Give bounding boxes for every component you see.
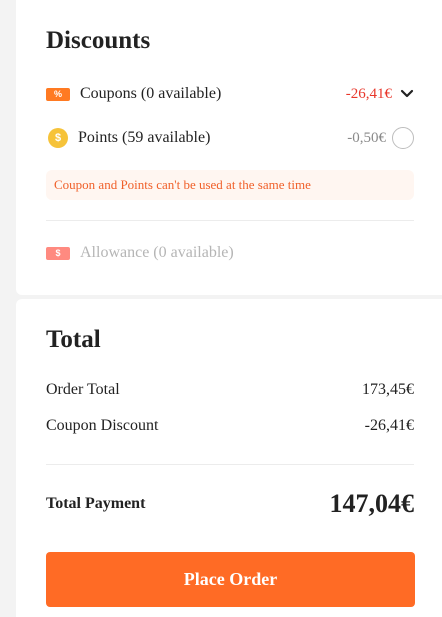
discounts-card: Discounts % Coupons (0 available) -26,41…	[16, 0, 442, 295]
coupon-discount-value: -26,41€	[364, 417, 414, 434]
total-payment-label: Total Payment	[46, 495, 146, 512]
points-row: $ Points (59 available) -0,50€	[46, 126, 414, 150]
points-radio[interactable]	[392, 127, 414, 149]
allowance-label: Allowance (0 available)	[80, 244, 234, 261]
discounts-title: Discounts	[46, 27, 151, 54]
order-total-row: Order Total 173,45€	[46, 381, 414, 399]
coupons-label: Coupons (0 available)	[80, 85, 222, 102]
points-amount: -0,50€	[347, 129, 386, 146]
coupons-row[interactable]: % Coupons (0 available) -26,41€	[46, 82, 414, 106]
total-title: Total	[46, 326, 101, 353]
order-total-label: Order Total	[46, 381, 120, 398]
points-label: Points (59 available)	[78, 129, 211, 146]
divider	[46, 464, 414, 465]
total-payment-row: Total Payment 147,04€	[46, 489, 414, 519]
coupon-icon: %	[46, 87, 70, 101]
allowance-icon: $	[46, 246, 70, 260]
total-payment-value: 147,04€	[329, 489, 415, 518]
chevron-down-icon[interactable]	[400, 87, 414, 101]
coupons-amount: -26,41€	[345, 85, 392, 102]
points-warning: Coupon and Points can't be used at the s…	[46, 170, 414, 200]
coupon-discount-label: Coupon Discount	[46, 417, 159, 434]
place-order-button[interactable]: Place Order	[46, 552, 415, 607]
coin-icon: $	[48, 128, 68, 148]
total-card: Total Order Total 173,45€ Coupon Discoun…	[16, 299, 442, 617]
divider	[46, 220, 414, 221]
order-total-value: 173,45€	[362, 381, 414, 398]
allowance-row: $ Allowance (0 available)	[46, 241, 414, 265]
coupon-discount-row: Coupon Discount -26,41€	[46, 417, 414, 435]
